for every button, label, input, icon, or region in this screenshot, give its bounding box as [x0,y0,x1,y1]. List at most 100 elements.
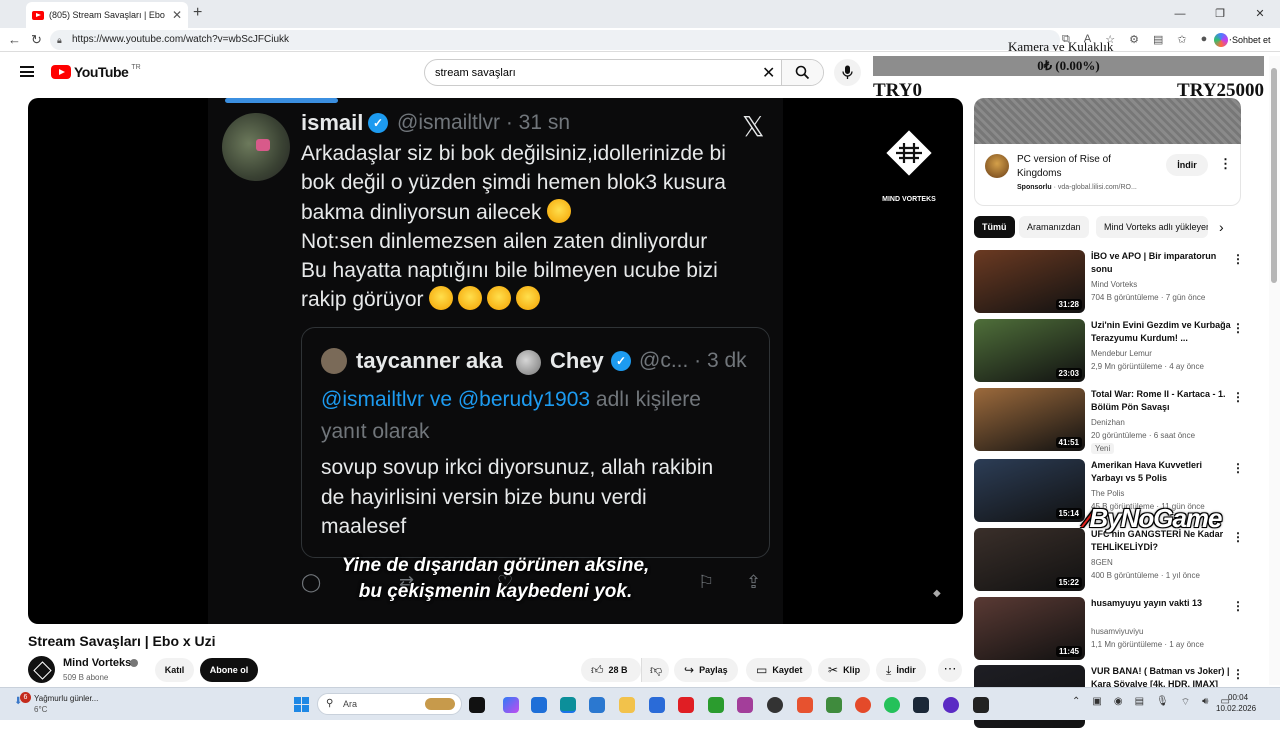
recommendation-channel[interactable]: 8GEN [1091,558,1113,567]
more-actions-icon[interactable]: ⋯ [938,658,962,682]
recommendation-title[interactable]: Uzi'nin Evini Gezdim ve Kurbağa Terazyum… [1091,319,1231,345]
site-info-icon[interactable]: 🔒︎ [57,30,62,50]
more-options-icon[interactable]: ⋮ [1232,252,1244,266]
clock-date[interactable]: 10.02.2026 [1216,704,1256,713]
more-options-icon[interactable]: ⋮ [1232,461,1244,475]
more-options-icon[interactable]: ⋮ [1232,599,1244,613]
page-scrollbar[interactable] [1269,56,1280,685]
store-icon[interactable] [589,697,605,713]
start-icon[interactable] [294,697,309,712]
settings-app-icon[interactable] [737,697,753,713]
player-settings-icon[interactable]: ◆ [933,588,941,599]
voice-search-button[interactable] [834,59,861,86]
ad-install-button[interactable]: İndir [1166,154,1208,176]
recommendation-channel[interactable]: Mind Vorteks [1091,280,1137,289]
join-button[interactable]: Katıl [155,658,194,682]
chip-channel[interactable]: Mind Vorteks adlı yükleyen [1096,216,1208,238]
search-button[interactable] [781,60,823,85]
more-options-icon[interactable]: ⋮ [1232,667,1244,681]
more-options-icon[interactable]: ⋮ [1232,390,1244,404]
search-input[interactable] [425,60,755,85]
whatsapp-icon[interactable] [884,697,900,713]
close-window-icon[interactable]: ✕ [1240,0,1280,28]
recommendation-title[interactable]: husamyuyu yayın vakti 13 [1091,597,1231,610]
chrome-icon[interactable] [855,697,871,713]
recommendation-title[interactable]: Amerikan Hava Kuvvetleri Yarbayı vs 5 Po… [1091,459,1231,485]
scroll-thumb[interactable] [1271,68,1277,283]
ad-menu-icon[interactable]: ⋮ [1219,156,1232,172]
recommendation-item[interactable]: 41:51 Total War: Rome II - Kartaca - 1. B… [974,388,1264,454]
tray-app-icon[interactable]: ▣ [1092,696,1101,709]
chip-all[interactable]: Tümü [974,216,1015,238]
youtube-app-icon[interactable] [678,697,694,713]
video-thumbnail[interactable]: 31:28 [974,250,1085,313]
obs-icon[interactable] [767,697,783,713]
video-thumbnail[interactable]: 15:14 [974,459,1085,522]
like-button[interactable]: 👍︎ 28 B [581,658,641,682]
more-options-icon[interactable]: ⋮ [1232,321,1244,335]
channel-name[interactable]: Mind Vorteks [63,657,131,669]
browser-tab[interactable]: (805) Stream Savaşları | Ebo x Uzi ✕ [26,2,188,28]
video-thumbnail[interactable]: 11:45 [974,597,1085,660]
browser-tab-bar: (805) Stream Savaşları | Ebo x Uzi ✕ + —… [0,0,1280,28]
steam-icon[interactable] [913,697,929,713]
chevron-right-icon[interactable]: › [1219,219,1224,235]
menu-icon[interactable] [20,66,34,77]
tray-app-icon[interactable]: ◉ [1114,696,1123,709]
dislike-button[interactable]: 👎︎ [641,658,669,682]
microphone-icon[interactable]: 🎙︎ [1156,696,1169,709]
minecraft-icon[interactable] [826,697,842,713]
video-thumbnail[interactable]: 15:22 [974,528,1085,591]
share-button[interactable]: ↪ Paylaş [674,658,738,682]
recommendation-item[interactable]: 23:03 Uzi'nin Evini Gezdim ve Kurbağa Ter… [974,319,1264,383]
new-tab-icon[interactable]: + [193,4,202,22]
more-options-icon[interactable]: ⋮ [1232,530,1244,544]
recommendation-channel[interactable]: Denizhan [1091,418,1125,427]
clock-time[interactable]: 00:04 [1228,693,1248,702]
photos-icon[interactable] [649,697,665,713]
edge-icon[interactable] [560,697,576,713]
recommendation-item[interactable]: 15:22 UFC'nin GANGSTERİ Ne Kadar TEHLİKEL… [974,528,1264,592]
ad-title[interactable]: PC version of Rise of Kingdoms [1017,153,1147,181]
chip-from-search[interactable]: Aramanızdan [1019,216,1089,238]
minimize-icon[interactable]: — [1160,0,1200,28]
download-button[interactable]: ⤓ İndir [876,658,926,682]
xbox-icon[interactable] [708,697,724,713]
laughing-emoji-icon [547,198,572,223]
clip-button[interactable]: ✂ Klip [818,658,871,682]
recommendation-title[interactable]: Total War: Rome II - Kartaca - 1. Bölüm … [1091,388,1231,414]
calculator-icon[interactable] [531,697,547,713]
chevron-up-icon[interactable]: ⌃ [1072,696,1080,709]
recommendation-title[interactable]: İBO ve APO | Bir imparatorun sonu [1091,250,1231,276]
close-tab-icon[interactable]: ✕ [172,8,182,22]
save-button[interactable]: ▭ Kaydet [746,658,813,682]
channel-avatar[interactable] [28,656,55,683]
ad-card[interactable]: PC version of Rise of Kingdoms Sponsorlu… [974,144,1241,206]
maximize-icon[interactable]: ❐ [1200,0,1240,28]
taskbar-search[interactable]: ⚲ Ara [317,693,462,715]
app-icon[interactable] [973,697,989,713]
wifi-icon[interactable]: ⌔ [1181,696,1190,709]
task-view-icon[interactable] [469,697,485,713]
youtube-logo[interactable]: YouTube TR [51,64,141,80]
tweet-line: Bu hayatta naptığını bile bilmeyen ucube… [301,259,718,283]
ad-banner-image[interactable] [974,98,1241,144]
video-thumbnail[interactable]: 41:51 [974,388,1085,451]
recommendation-item[interactable]: 11:45 husamyuyu yayın vakti 13 husamviyuvi… [974,597,1264,661]
app-icon[interactable] [943,697,959,713]
file-explorer-icon[interactable] [619,697,635,713]
subscribe-button[interactable]: Abone ol [200,658,258,682]
recommendation-channel[interactable]: husamviyuviyu [1091,627,1143,636]
video-player[interactable]: ismail ✓ @ismailtlvr · 31 sn 𝕏 Arkadaşla… [28,98,963,624]
volume-icon[interactable]: 🔊︎ [1202,696,1208,709]
app-icon[interactable] [797,697,813,713]
clear-search-icon[interactable]: ✕ [762,63,775,83]
recommendation-channel[interactable]: Mendebur Lemur [1091,349,1152,358]
back-icon[interactable]: ← [8,32,21,47]
recommendation-item[interactable]: 31:28 İBO ve APO | Bir imparatorun sonu Mi… [974,250,1264,314]
copilot-app-icon[interactable] [503,697,519,713]
tray-app-icon[interactable]: ▤ [1135,696,1144,709]
video-thumbnail[interactable]: 23:03 [974,319,1085,382]
reload-icon[interactable]: ↻ [31,32,42,48]
recommendation-channel[interactable]: The Polis [1091,489,1124,498]
